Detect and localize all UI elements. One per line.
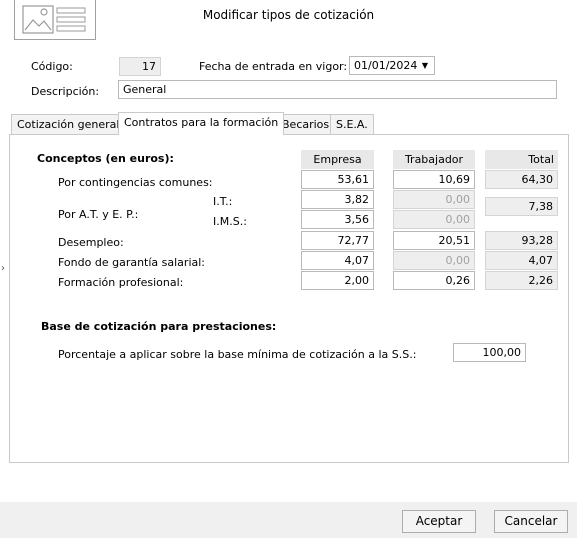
fogasa-total-field: 4,07 — [485, 251, 558, 270]
formacion-trabajador-field[interactable]: 0,26 — [393, 271, 475, 290]
porcentaje-label: Porcentaje a aplicar sobre la base mínim… — [58, 348, 417, 361]
at-ep-label: Por A.T. y E. P.: — [58, 208, 139, 221]
ims-trabajador-field: 0,00 — [393, 210, 475, 229]
tab-becarios[interactable]: Becarios — [276, 114, 336, 135]
formacion-total-field: 2,26 — [485, 271, 558, 290]
desempleo-total-field: 93,28 — [485, 231, 558, 250]
fogasa-trabajador-field: 0,00 — [393, 251, 475, 270]
codigo-label: Código: — [31, 60, 73, 73]
fecha-label: Fecha de entrada en vigor: — [199, 60, 348, 73]
contingencias-total-field: 64,30 — [485, 170, 558, 189]
fecha-value: 01/01/2024 — [354, 59, 418, 72]
empresa-header: Empresa — [301, 150, 374, 169]
at-ep-total-field: 7,38 — [485, 197, 558, 216]
desempleo-empresa-field[interactable]: 72,77 — [301, 231, 374, 250]
contingencias-label: Por contingencias comunes: — [58, 176, 213, 189]
total-header: Total — [485, 150, 558, 169]
contingencias-empresa-field[interactable]: 53,61 — [301, 170, 374, 189]
desempleo-label: Desempleo: — [58, 236, 124, 249]
formacion-label: Formación profesional: — [58, 276, 184, 289]
conceptos-title: Conceptos (en euros): — [37, 152, 174, 165]
chevron-right-icon[interactable]: › — [1, 263, 5, 274]
formacion-empresa-field[interactable]: 2,00 — [301, 271, 374, 290]
tab-sea[interactable]: S.E.A. — [330, 114, 374, 135]
base-title: Base de cotización para prestaciones: — [41, 320, 277, 333]
ims-label: I.M.S.: — [213, 215, 247, 228]
it-empresa-field[interactable]: 3,82 — [301, 190, 374, 209]
ims-empresa-field[interactable]: 3,56 — [301, 210, 374, 229]
accept-button[interactable]: Aceptar — [402, 510, 476, 533]
tab-contratos-formacion[interactable]: Contratos para la formación — [118, 112, 285, 135]
codigo-field[interactable]: 17 — [119, 57, 161, 76]
desempleo-trabajador-field[interactable]: 20,51 — [393, 231, 475, 250]
dialog-footer — [0, 502, 577, 538]
trabajador-header: Trabajador — [393, 150, 475, 169]
descripcion-label: Descripción: — [31, 85, 100, 98]
cancel-button[interactable]: Cancelar — [494, 510, 568, 533]
contingencias-trabajador-field[interactable]: 10,69 — [393, 170, 475, 189]
fecha-combo[interactable]: 01/01/2024 ▼ — [349, 56, 435, 75]
dialog-title: Modificar tipos de cotización — [202, 8, 375, 22]
it-label: I.T.: — [213, 195, 233, 208]
fogasa-label: Fondo de garantía salarial: — [58, 256, 206, 269]
it-trabajador-field: 0,00 — [393, 190, 475, 209]
descripcion-field[interactable]: General — [118, 80, 557, 99]
chevron-down-icon[interactable]: ▼ — [416, 57, 434, 74]
tab-cotizacion-general[interactable]: Cotización general — [11, 114, 126, 135]
fogasa-empresa-field[interactable]: 4,07 — [301, 251, 374, 270]
porcentaje-field[interactable]: 100,00 — [453, 343, 526, 362]
